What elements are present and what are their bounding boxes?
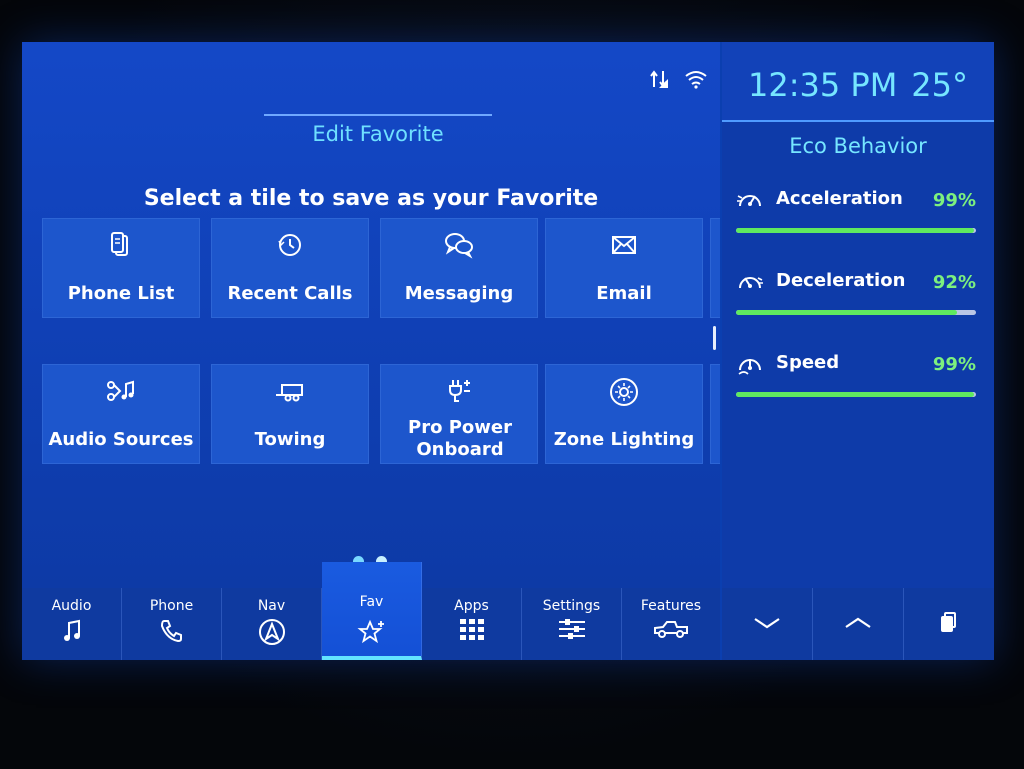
tile-label: Recent Calls (227, 283, 353, 304)
nav-nav[interactable]: Nav (222, 588, 322, 660)
pro-power-icon (381, 377, 537, 405)
nav-label: Nav (257, 598, 286, 614)
metric-value: 99% (932, 354, 976, 375)
tile-label: Towing (254, 429, 326, 450)
nav-fav[interactable]: Fav (322, 562, 422, 660)
nav-phone[interactable]: Phone (122, 588, 222, 660)
metric-name: Deceleration (776, 270, 906, 291)
scroll-up-button[interactable] (812, 588, 902, 660)
acceleration-gauge-icon (736, 186, 764, 214)
copy-icon (939, 611, 959, 637)
phone-list-icon (43, 231, 199, 259)
phone-handset-icon (122, 618, 221, 648)
metric-bar-fill (736, 228, 974, 233)
outside-temperature: 25° (911, 66, 968, 104)
data-transfer-icon (648, 68, 670, 90)
metric-bar-fill (736, 392, 974, 397)
metric-value: 92% (932, 272, 976, 293)
eco-behavior-title: Eco Behavior (789, 134, 927, 158)
nav-audio[interactable]: Audio (22, 588, 122, 660)
metric-bar-fill (736, 310, 957, 315)
eco-metric-speed: Speed 99% (736, 350, 976, 420)
recent-calls-icon (212, 231, 368, 259)
nav-label: Phone (149, 598, 194, 614)
nav-apps[interactable]: Apps (422, 588, 522, 660)
tile-label: Pro Power Onboard (408, 417, 512, 460)
edit-favorite-tab[interactable]: Edit Favorite (264, 114, 492, 156)
tile-label: Messaging (404, 283, 514, 304)
tile-pro-power-onboard[interactable]: Pro Power Onboard (380, 364, 538, 464)
tile-messaging[interactable]: Messaging (380, 218, 538, 318)
scroll-down-button[interactable] (722, 588, 812, 660)
wifi-icon (684, 69, 708, 89)
copy-button[interactable] (903, 588, 994, 660)
navigation-arrow-icon (222, 618, 321, 648)
metric-value: 99% (932, 190, 976, 211)
tile-towing[interactable]: Towing (211, 364, 369, 464)
nav-label: Apps (454, 598, 489, 614)
zone-lighting-icon (546, 377, 702, 406)
tile-audio-sources[interactable]: Audio Sources (42, 364, 200, 464)
side-header: 12:35 PM 25° (722, 42, 994, 122)
email-icon (546, 231, 702, 259)
metric-bar (736, 392, 976, 397)
tile-label: Zone Lighting (553, 429, 695, 450)
tile-phone-list[interactable]: Phone List (42, 218, 200, 318)
music-note-icon (22, 618, 121, 648)
metric-bar (736, 310, 976, 315)
side-panel: 12:35 PM 25° Eco Behavior Acceleration 9… (722, 42, 994, 588)
nav-label: Features (640, 598, 702, 614)
tile-label: Phone List (67, 283, 175, 304)
tile-label: Email (596, 283, 652, 304)
main-panel: Edit Favorite Select a tile to save as y… (22, 42, 720, 588)
speed-gauge-icon (736, 350, 764, 378)
chevron-up-icon (844, 615, 872, 634)
tile-email[interactable]: Email (545, 218, 703, 318)
nav-label: Audio (51, 598, 92, 614)
chevron-down-icon (753, 615, 781, 634)
audio-sources-icon (43, 377, 199, 405)
nav-features[interactable]: Features (622, 588, 720, 660)
next-page-tile-edge (710, 218, 720, 318)
nav-label: Settings (542, 598, 601, 614)
eco-metric-acceleration: Acceleration 99% (736, 186, 976, 256)
tile-zone-lighting[interactable]: Zone Lighting (545, 364, 703, 464)
nav-label: Fav (359, 594, 384, 610)
tile-recent-calls[interactable]: Recent Calls (211, 218, 369, 318)
messaging-icon (381, 231, 537, 259)
metric-name: Speed (776, 352, 840, 373)
nav-settings[interactable]: Settings (522, 588, 622, 660)
clock: 12:35 PM (748, 66, 898, 104)
instruction-text: Select a tile to save as your Favorite (143, 186, 599, 211)
next-page-tile-edge (710, 364, 720, 464)
tile-label: Audio Sources (48, 429, 194, 450)
status-bar (648, 68, 708, 90)
sliders-icon (522, 618, 621, 648)
bottom-nav-bar: Audio Phone Nav Fav Apps Settings Featur… (22, 562, 720, 660)
scroll-handle[interactable] (713, 326, 716, 350)
deceleration-gauge-icon (736, 268, 764, 296)
grid-icon (422, 618, 521, 648)
star-plus-icon (322, 618, 421, 648)
side-nav-bar (722, 588, 994, 660)
eco-metric-deceleration: Deceleration 92% (736, 268, 976, 338)
metric-bar (736, 228, 976, 233)
touchscreen: Edit Favorite Select a tile to save as y… (22, 42, 994, 660)
towing-icon (212, 377, 368, 405)
truck-icon (622, 618, 720, 648)
metric-name: Acceleration (776, 188, 903, 209)
